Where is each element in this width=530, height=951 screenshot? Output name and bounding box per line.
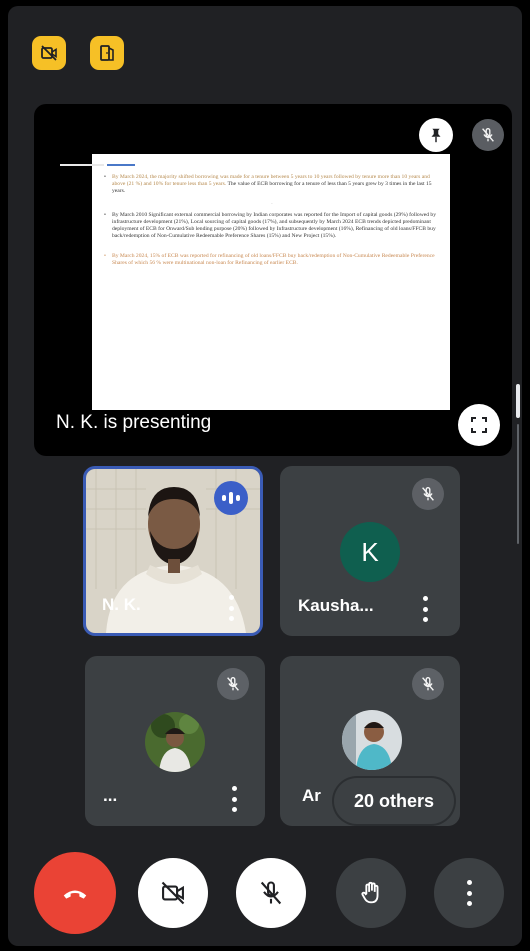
doc-bullet: By March 2024, 15% of ECB was reported f… xyxy=(104,253,440,267)
mic-off-icon xyxy=(482,128,494,142)
avatar: K xyxy=(340,522,400,582)
presentation-tile[interactable]: By March 2024, the majority shifted borr… xyxy=(34,104,512,456)
shared-document: By March 2024, the majority shifted borr… xyxy=(60,154,450,410)
doc-toolbar-item xyxy=(138,164,154,166)
participant-options-button[interactable] xyxy=(422,596,428,622)
doc-bullet: By March 2024, the majority shifted borr… xyxy=(104,174,440,196)
avatar xyxy=(145,712,205,772)
meeting-window: By March 2024, the majority shifted borr… xyxy=(8,6,522,946)
mic-off-icon xyxy=(260,881,282,905)
participant-muted-indicator xyxy=(412,668,444,700)
call-controls-bar xyxy=(8,852,522,934)
doc-bullet: By March 2010 Significant external comme… xyxy=(104,212,440,241)
more-vert-icon xyxy=(466,880,472,906)
participant-muted-indicator xyxy=(217,668,249,700)
more-options-button[interactable] xyxy=(434,858,504,928)
scrollbar-thumb[interactable] xyxy=(516,384,520,418)
switch-camera-button[interactable] xyxy=(90,36,124,70)
document-body: By March 2024, the majority shifted borr… xyxy=(104,174,440,276)
pin-button[interactable] xyxy=(419,118,453,152)
participant-muted-indicator xyxy=(412,478,444,510)
scrollbar-track[interactable] xyxy=(517,424,519,544)
raise-hand-icon xyxy=(361,881,379,904)
participant-name: N. K. xyxy=(102,595,141,614)
speaking-indicator xyxy=(214,481,248,515)
fullscreen-button[interactable] xyxy=(458,404,500,446)
participant-tile-3[interactable]: ... xyxy=(85,656,265,826)
end-call-button[interactable] xyxy=(34,852,116,934)
mic-toggle-button[interactable] xyxy=(236,858,306,928)
camera-off-toggle-button[interactable] xyxy=(32,36,66,70)
switch-camera-icon xyxy=(100,45,114,61)
camera-off-icon xyxy=(161,881,185,905)
avatar xyxy=(342,710,402,770)
participant-tile-nk[interactable]: N. K. xyxy=(83,466,263,636)
participant-options-button[interactable] xyxy=(228,595,234,621)
camera-off-icon xyxy=(41,45,57,61)
fullscreen-icon xyxy=(471,417,487,433)
camera-toggle-button[interactable] xyxy=(138,858,208,928)
doc-toolbar-button xyxy=(107,164,135,166)
participant-options-button[interactable] xyxy=(231,786,237,812)
participant-name: ... xyxy=(103,786,118,805)
raise-hand-button[interactable] xyxy=(336,858,406,928)
mic-off-icon xyxy=(227,677,239,691)
doc-toolbar-field xyxy=(60,164,104,166)
participant-name: Ar xyxy=(302,786,321,805)
mic-off-icon xyxy=(422,677,434,691)
pin-icon xyxy=(431,128,441,143)
participant-name: Kausha... xyxy=(298,596,374,615)
presenting-label: N. K. is presenting xyxy=(56,412,212,433)
doc-page-marker: · xyxy=(271,201,273,207)
presenter-muted-indicator xyxy=(472,119,504,151)
others-count-pill[interactable]: 20 others xyxy=(334,778,454,824)
participant-tile-kausha[interactable]: K Kausha... xyxy=(280,466,460,636)
end-call-icon xyxy=(63,890,87,899)
document-toolbar xyxy=(60,160,154,170)
mic-off-icon xyxy=(422,487,434,501)
